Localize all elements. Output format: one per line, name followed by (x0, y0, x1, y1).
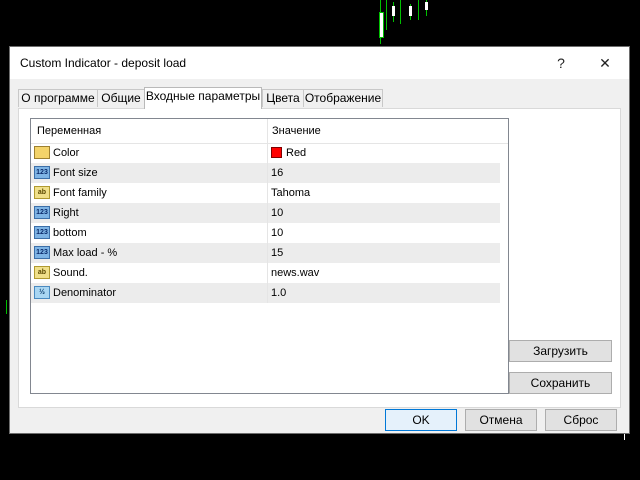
param-value[interactable]: 1.0 (271, 287, 286, 299)
close-button[interactable]: ✕ (590, 51, 620, 75)
double-icon: ½ (34, 286, 50, 299)
column-divider (267, 183, 268, 203)
chart-candle (6, 300, 7, 314)
color-value-text: Red (286, 147, 307, 159)
param-name: Font family (53, 187, 107, 199)
column-divider (267, 163, 268, 183)
integer-icon: 123 (34, 206, 50, 219)
header-value[interactable]: Значение (272, 125, 321, 137)
chart-candle (418, 0, 419, 20)
cancel-button[interactable]: Отмена (465, 409, 537, 431)
title-bar: Custom Indicator - deposit load ? ✕ (10, 47, 629, 79)
column-divider (267, 263, 268, 283)
table-row[interactable]: ab Sound. news.wav (31, 263, 500, 283)
param-value[interactable]: 10 (271, 207, 283, 219)
param-value[interactable]: 15 (271, 247, 283, 259)
string-icon: ab (34, 186, 50, 199)
table-row[interactable]: 123 Max load - % 15 (31, 243, 500, 263)
reset-button[interactable]: Сброс (545, 409, 617, 431)
param-value[interactable]: news.wav (271, 267, 319, 279)
column-divider (267, 283, 268, 303)
table-row[interactable]: 123 bottom 10 (31, 223, 500, 243)
tab-inputs[interactable]: Входные параметры (144, 87, 262, 109)
integer-icon: 123 (34, 246, 50, 259)
param-name: Color (53, 147, 80, 159)
tab-common[interactable]: Общие (97, 89, 145, 107)
chart-candle (409, 6, 412, 16)
param-value[interactable]: Tahoma (271, 187, 310, 199)
param-value[interactable]: Red (271, 147, 306, 159)
help-button[interactable]: ? (546, 51, 576, 75)
column-divider (267, 203, 268, 223)
indicator-dialog: Custom Indicator - deposit load ? ✕ О пр… (9, 46, 630, 434)
param-name: Denominator (53, 287, 116, 299)
load-button[interactable]: Загрузить (509, 340, 612, 362)
column-divider (267, 243, 268, 263)
column-divider (267, 223, 268, 243)
column-divider (267, 143, 268, 163)
tab-visualization[interactable]: Отображение (303, 89, 383, 107)
chart-candle (379, 12, 384, 38)
header-divider[interactable] (267, 119, 268, 143)
color-icon (34, 146, 50, 159)
chart-candle (400, 0, 401, 24)
table-row[interactable]: ab Font family Tahoma (31, 183, 500, 203)
table-row[interactable]: 123 Right 10 (31, 203, 500, 223)
inputs-panel: Переменная Значение Color Red 123 Font s… (18, 108, 621, 408)
param-name: bottom (53, 227, 87, 239)
param-value[interactable]: 16 (271, 167, 283, 179)
integer-icon: 123 (34, 226, 50, 239)
param-name: Right (53, 207, 79, 219)
param-name: Sound. (53, 267, 88, 279)
header-variable[interactable]: Переменная (37, 125, 101, 137)
chart-candle (386, 0, 387, 30)
string-icon: ab (34, 266, 50, 279)
table-row[interactable]: Color Red (31, 143, 500, 163)
grid-header: Переменная Значение (31, 119, 508, 144)
integer-icon: 123 (34, 166, 50, 179)
save-button[interactable]: Сохранить (509, 372, 612, 394)
chart-candle (392, 6, 395, 16)
color-swatch (271, 147, 282, 158)
chart-candle (425, 2, 428, 10)
table-row[interactable]: 123 Font size 16 (31, 163, 500, 183)
ok-button[interactable]: OK (385, 409, 457, 431)
table-row[interactable]: ½ Denominator 1.0 (31, 283, 500, 303)
param-value[interactable]: 10 (271, 227, 283, 239)
parameters-grid: Переменная Значение Color Red 123 Font s… (30, 118, 509, 394)
tab-about[interactable]: О программе (18, 89, 98, 107)
param-name: Font size (53, 167, 98, 179)
window-title: Custom Indicator - deposit load (20, 56, 187, 70)
tab-colors[interactable]: Цвета (262, 89, 304, 107)
param-name: Max load - % (53, 247, 118, 259)
